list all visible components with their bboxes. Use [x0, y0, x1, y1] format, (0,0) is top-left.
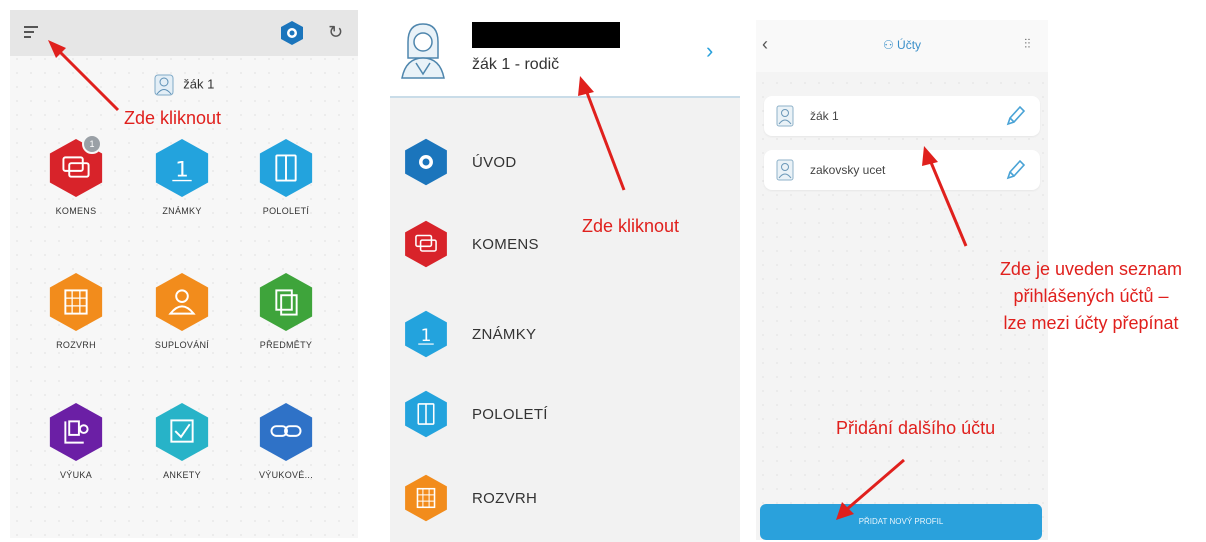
account-item[interactable]: zakovsky ucet [764, 150, 1040, 190]
person-icon [155, 272, 209, 332]
person-icon: ⚇ [882, 38, 898, 52]
edit-icon[interactable] [1004, 104, 1026, 128]
tile-label: VÝUKOVÉ... [258, 470, 314, 480]
tile-ankety[interactable]: ANKETY [142, 402, 222, 480]
tile-pololetí[interactable]: POLOLETÍ [246, 138, 326, 216]
menu-item-komens[interactable]: KOMENS [390, 206, 740, 286]
top-bar: ↻ [10, 10, 358, 56]
bakalari-logo-icon [405, 138, 447, 186]
link-icon [259, 402, 313, 462]
menu-item-známky[interactable]: 1 ZNÁMKY [390, 296, 740, 376]
grade-icon: 1 [405, 310, 447, 358]
settings-sliders-icon[interactable]: ⫶⫶ [1024, 36, 1031, 52]
redacted-name [472, 22, 620, 48]
tile-výukové[interactable]: VÝUKOVÉ... [246, 402, 326, 480]
edit-icon[interactable] [1004, 158, 1026, 182]
book-icon [259, 138, 313, 198]
calendar-icon [405, 474, 447, 522]
annotation-accounts-list: Zde je uveden seznam přihlášených účtů –… [980, 256, 1202, 337]
bakalari-logo-icon[interactable] [280, 20, 304, 46]
add-profile-button[interactable]: PŘIDAT NOVÝ PROFIL [760, 504, 1042, 540]
tile-label: SUPLOVÁNÍ [154, 340, 210, 350]
lesson-icon [49, 402, 103, 462]
tile-label: KOMENS [55, 206, 97, 216]
profile-name: žák 1 - rodič [472, 56, 560, 73]
menu-item-label: KOMENS [472, 236, 539, 253]
menu-icon[interactable] [24, 26, 38, 38]
account-name: zakovsky ucet [810, 163, 886, 177]
svg-text:1: 1 [175, 158, 189, 183]
grade-icon: 1 [155, 138, 209, 198]
tile-známky[interactable]: 1 ZNÁMKY [142, 138, 222, 216]
subjects-icon [259, 272, 313, 332]
annotation-click-here: Zde kliknout [582, 216, 680, 236]
menu-item-label: POLOLETÍ [472, 406, 548, 423]
annotation-line: přihlášených účtů – [1013, 286, 1169, 306]
user-label: žák 1 [183, 76, 215, 92]
menu-item-label: ÚVOD [472, 154, 517, 171]
book-icon [405, 390, 447, 438]
tile-předměty[interactable]: PŘEDMĚTY [246, 272, 326, 350]
avatar-icon [776, 159, 794, 181]
annotation-add-account: Přidání dalšího účtu [836, 418, 996, 438]
tile-label: ZNÁMKY [162, 206, 202, 216]
menu-item-label: ROZVRH [472, 490, 538, 507]
refresh-icon[interactable]: ↻ [328, 22, 343, 43]
tile-label: POLOLETÍ [262, 206, 310, 216]
avatar-icon [401, 23, 445, 79]
calendar-icon [49, 272, 103, 332]
svg-text:1: 1 [421, 326, 432, 346]
avatar-icon [776, 105, 794, 127]
current-user[interactable]: žák 1 [10, 74, 358, 96]
tile-label: ANKETY [163, 470, 201, 480]
menu-item-rozvrh[interactable]: ROZVRH [390, 460, 740, 540]
notification-badge: 1 [82, 134, 102, 154]
menu-item-pololetí[interactable]: POLOLETÍ [390, 376, 740, 456]
tile-label: ROZVRH [56, 340, 96, 350]
tile-výuka[interactable]: VÝUKA [36, 402, 116, 480]
annotation-line: Zde je uveden seznam [999, 259, 1183, 279]
chat-icon [405, 220, 447, 268]
side-menu-panel: žák 1 - rodič › ÚVOD KOMENS 1 ZNÁMKY POLOLET… [390, 0, 740, 542]
annotation-line: lze mezi účty přepínat [1003, 313, 1179, 333]
annotation-click-here: Zde kliknout [124, 108, 222, 128]
page-title: ⚇ Účty [882, 38, 922, 52]
menu-item-úvod[interactable]: ÚVOD [390, 124, 740, 204]
account-name: žák 1 [810, 109, 839, 123]
menu-item-label: ZNÁMKY [472, 326, 537, 343]
tile-label: VÝUKA [59, 470, 92, 480]
avatar-icon [154, 74, 174, 96]
chevron-right-icon[interactable]: › [706, 38, 713, 64]
tile-rozvrh[interactable]: ROZVRH [36, 272, 116, 350]
dashboard-panel: ↻ žák 1 KOMENS 1 1 ZNÁMKY POLOLETÍ ROZVRH SUPL… [10, 10, 358, 538]
tile-label: PŘEDMĚTY [259, 340, 313, 350]
accounts-header: ‹ ⚇ Účty ⫶⫶ [756, 20, 1048, 72]
account-item[interactable]: žák 1 [764, 96, 1040, 136]
tile-suplování[interactable]: SUPLOVÁNÍ [142, 272, 222, 350]
checkbox-icon [155, 402, 209, 462]
tile-komens[interactable]: KOMENS 1 [36, 134, 116, 216]
profile-header[interactable]: žák 1 - rodič › [390, 0, 740, 98]
